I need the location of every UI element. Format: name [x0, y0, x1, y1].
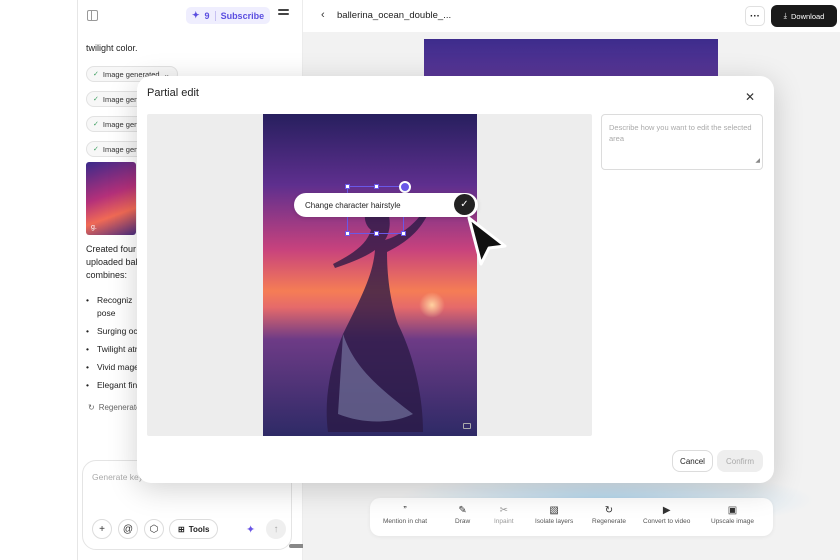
credits-count: 9 — [204, 10, 210, 21]
arrow-up-icon: ↑ — [273, 523, 279, 535]
list-item: Twilight atr — [86, 343, 139, 356]
resize-handle[interactable] — [345, 231, 350, 236]
edit-image[interactable] — [263, 114, 477, 436]
sidebar-toggle-icon[interactable] — [87, 10, 98, 21]
back-icon[interactable]: ‹ — [321, 9, 325, 21]
message-line: combines: — [86, 270, 128, 280]
credits-badge[interactable]: ✦ 9 Subscribe — [186, 7, 271, 24]
cube-icon: ⬡ — [149, 523, 159, 535]
list-item: Vivid mage — [86, 361, 139, 374]
grid-icon: ⊞ — [178, 524, 185, 534]
subscribe-link[interactable]: Subscribe — [221, 11, 265, 21]
close-icon[interactable]: ✕ — [745, 90, 755, 104]
message-body: Created four uploaded ball combines: — [86, 243, 140, 282]
pointer-cursor-icon — [467, 216, 507, 266]
regenerate-button[interactable]: ↻ Regenerate — [592, 504, 626, 525]
apply-button[interactable]: ✓ — [454, 194, 475, 215]
add-button[interactable]: + — [92, 519, 112, 539]
app-window: ✦ 9 Subscribe twilight color. ✓ Image ge… — [0, 0, 840, 560]
divider — [214, 10, 216, 21]
convert-to-video-button[interactable]: ▶ Convert to video — [643, 504, 690, 525]
stack-icon[interactable] — [278, 9, 289, 20]
toolbar-label: Mention in chat — [383, 518, 428, 525]
draw-button[interactable]: ✎ Draw — [455, 504, 470, 525]
list-item: Surging oc — [86, 325, 139, 338]
resize-handle[interactable] — [374, 231, 379, 236]
resize-grip-icon[interactable]: ◢ — [755, 156, 760, 167]
mention-button[interactable]: @ — [118, 519, 138, 539]
pen-icon: ✎ — [458, 505, 467, 516]
inpaint-button[interactable]: ✂ Inpaint — [494, 504, 514, 525]
tools-label: Tools — [188, 524, 210, 534]
refresh-icon: ↻ — [88, 403, 95, 412]
partial-edit-dialog: Partial edit ✕ Change character hairstyl… — [137, 76, 774, 483]
message-line: uploaded ball — [86, 257, 140, 267]
edit-stage: Change character hairstyle ✓ — [147, 114, 592, 436]
tools-button[interactable]: ⊞ Tools — [169, 519, 219, 539]
at-icon: @ — [122, 523, 134, 535]
toolbar-label: Regenerate — [592, 518, 626, 525]
file-name: ballerina_ocean_double_... — [337, 10, 452, 21]
ellipsis-icon: ··· — [750, 10, 760, 22]
toolbar-label: Draw — [455, 518, 471, 525]
cancel-button[interactable]: Cancel — [672, 450, 713, 472]
list-item: Recognizpose — [86, 294, 139, 320]
scissors-icon: ✂ — [499, 505, 508, 516]
check-icon: ✓ — [93, 71, 99, 78]
download-icon: ⤓ — [783, 11, 787, 20]
image-toolbar: ” Mention in chat ✎ Draw ✂ Inpaint ▧ Iso… — [370, 498, 773, 536]
dialog-title: Partial edit — [147, 87, 199, 99]
regenerate-label: Regenerate — [98, 403, 141, 412]
quote-icon: ” — [403, 505, 407, 516]
mention-in-chat-button[interactable]: ” Mention in chat — [383, 504, 427, 525]
toolbar-label: Upscale image — [711, 518, 754, 525]
description-placeholder: Describe how you want to edit the select… — [609, 123, 752, 143]
generated-image-thumbnail[interactable]: g. — [86, 162, 136, 235]
resize-handle[interactable] — [374, 184, 379, 189]
selection-anchor[interactable] — [399, 181, 411, 193]
resize-handle[interactable] — [345, 184, 350, 189]
feature-list: Recognizpose Surging oc Twilight atr Viv… — [86, 294, 139, 397]
edit-description-field[interactable]: Describe how you want to edit the select… — [601, 114, 763, 170]
layers-icon: ▧ — [549, 505, 559, 516]
edit-prompt-input[interactable]: Change character hairstyle — [294, 193, 478, 217]
refresh-icon: ↻ — [604, 505, 614, 516]
sparkle-icon: ✦ — [192, 10, 200, 20]
message-line: Created four — [86, 244, 137, 254]
check-icon: ✓ — [93, 121, 99, 128]
thumbnail-label: g. — [91, 224, 97, 231]
model-button[interactable]: ⬡ — [144, 519, 164, 539]
confirm-button[interactable]: Confirm — [717, 450, 763, 472]
upscale-image-button[interactable]: ▣ Upscale image — [711, 504, 754, 525]
watermark-icon — [463, 423, 471, 429]
toolbar-label: Isolate layers — [535, 518, 574, 525]
message-text: twilight color. — [86, 43, 138, 53]
chat-header: ✦ 9 Subscribe — [78, 0, 304, 32]
check-icon: ✓ — [93, 146, 99, 153]
canvas-header: ‹ ballerina_ocean_double_... ··· ⤓ Downl… — [303, 0, 840, 32]
send-button[interactable]: ↑ — [266, 519, 286, 539]
toolbar-label: Convert to video — [643, 518, 691, 525]
sparkle-icon[interactable]: ✦ — [246, 523, 255, 536]
download-label: Download — [790, 11, 825, 21]
isolate-layers-button[interactable]: ▧ Isolate layers — [535, 504, 573, 525]
play-icon: ▶ — [662, 505, 671, 516]
download-button[interactable]: ⤓ Download — [771, 5, 837, 27]
more-button[interactable]: ··· — [745, 6, 765, 26]
composer-input[interactable]: Generate key — [92, 472, 143, 482]
upscale-icon: ▣ — [727, 505, 738, 516]
regenerate-link[interactable]: ↻ Regenerate — [88, 403, 141, 412]
check-icon: ✓ — [460, 199, 469, 210]
toolbar-label: Inpaint — [494, 518, 514, 525]
plus-icon: + — [99, 523, 105, 535]
check-icon: ✓ — [93, 96, 99, 103]
list-item: Elegant fin — [86, 379, 139, 392]
resize-handle[interactable] — [401, 231, 406, 236]
